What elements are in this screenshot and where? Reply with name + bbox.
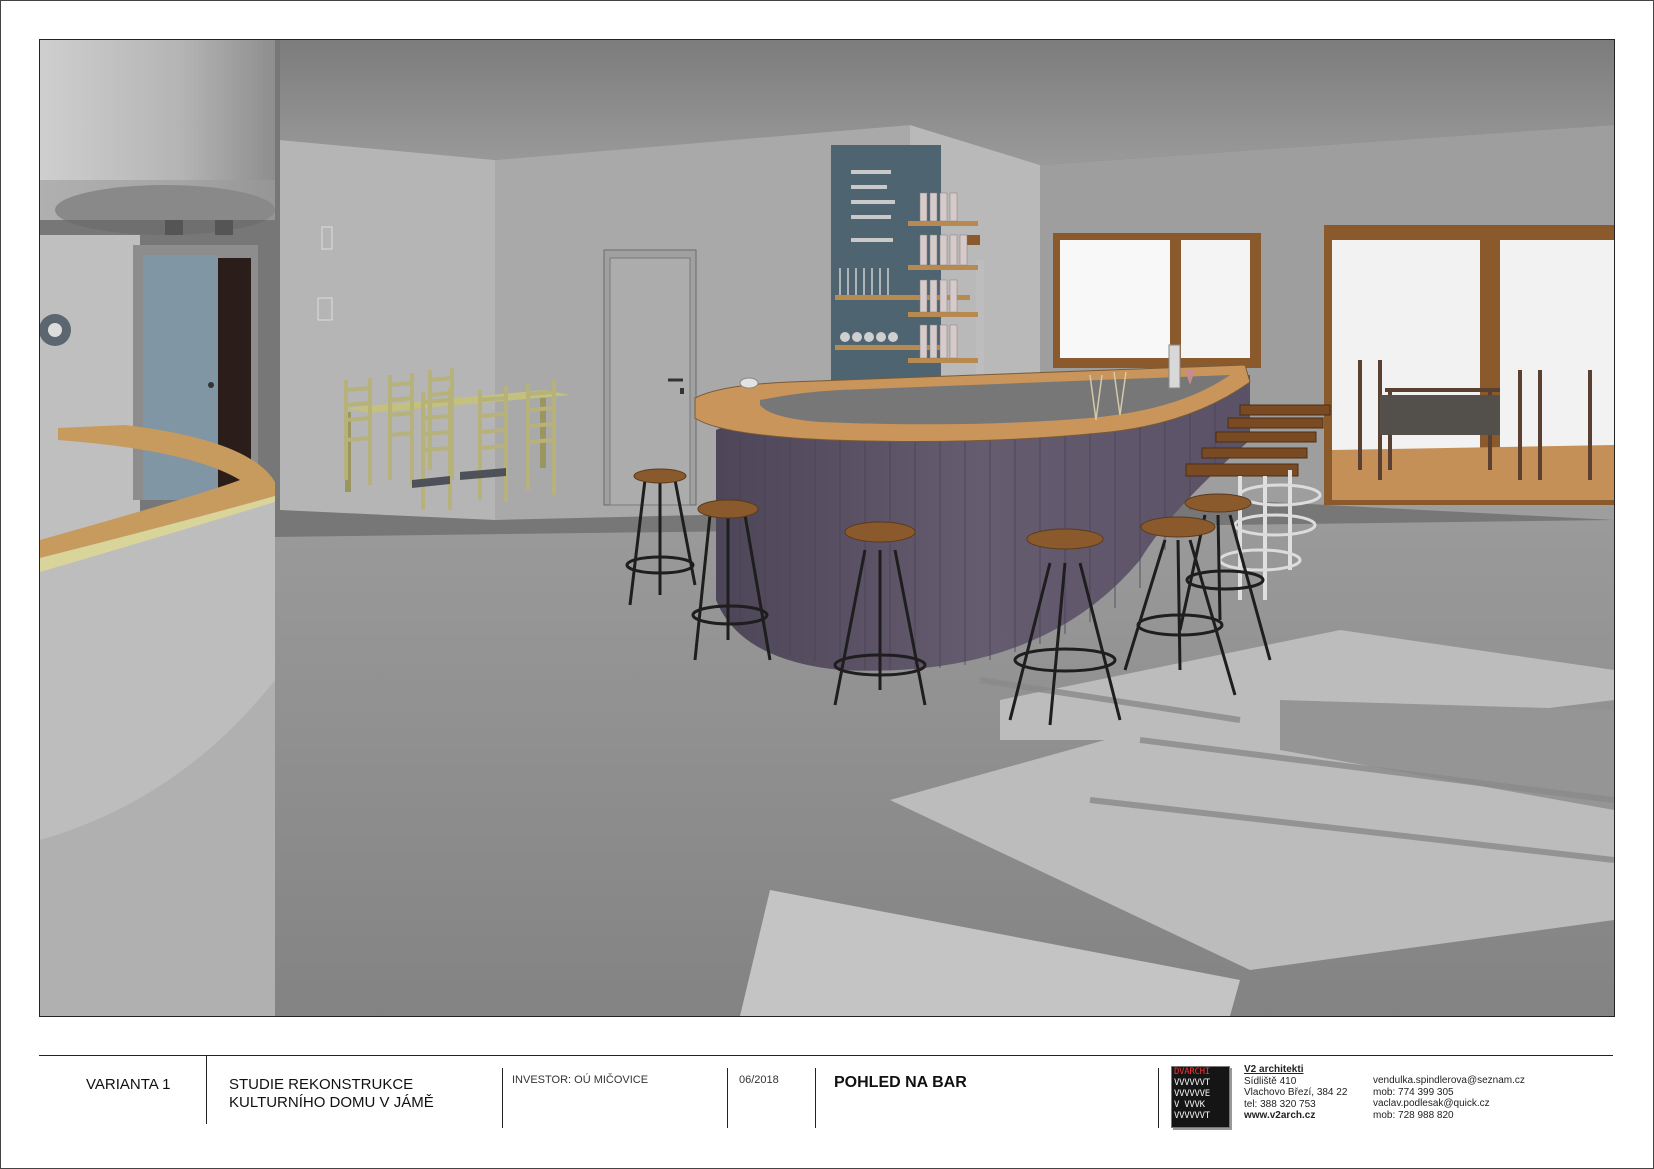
study-title: STUDIE REKONSTRUKCE KULTURNÍHO DOMU V JÁ… [229, 1076, 434, 1112]
firm-address-line2: Vlachovo Březí, 384 22 [1244, 1087, 1348, 1098]
divider [206, 1056, 207, 1124]
divider [727, 1068, 728, 1128]
firm-website-link[interactable]: www.v2arch.cz [1244, 1110, 1347, 1122]
date-label: 06/2018 [739, 1074, 779, 1086]
variant-label: VARIANTA 1 [86, 1076, 171, 1093]
divider [502, 1068, 503, 1128]
logo-line: VVVVVVT [1174, 1111, 1210, 1121]
logo-line: V VVVK [1174, 1100, 1205, 1110]
firm-name: V2 architekti [1244, 1064, 1304, 1075]
contact-mobile-2: mob: 728 988 820 [1373, 1109, 1454, 1121]
logo-line: VVVVVVE [1174, 1089, 1210, 1099]
investor-label: INVESTOR: OÚ MIČOVICE [512, 1074, 649, 1086]
view-title: POHLED NA BAR [834, 1074, 967, 1091]
firm-phone: tel: 388 320 753 [1244, 1098, 1316, 1110]
logo-line: VVVVVVT [1174, 1078, 1210, 1088]
title-block: VARIANTA 1 STUDIE REKONSTRUKCE KULTURNÍH… [39, 1055, 1613, 1146]
study-title-line1: STUDIE REKONSTRUKCE [229, 1076, 414, 1093]
study-title-line2: KULTURNÍHO DOMU V JÁMĚ [229, 1094, 434, 1111]
bar-interior-render [39, 39, 1615, 1017]
logo-line: DVARCHI [1174, 1067, 1210, 1077]
divider [815, 1068, 816, 1128]
firm-address-line1: Sídliště 410 [1244, 1075, 1297, 1087]
contact-info: vendulka.spindlerova@seznam.cz mob: 774 … [1373, 1075, 1525, 1121]
contact-email-1[interactable]: vendulka.spindlerova@seznam.cz [1373, 1075, 1525, 1087]
contact-mobile-1: mob: 774 399 305 [1373, 1086, 1454, 1098]
divider [1158, 1068, 1159, 1128]
contact-email-2[interactable]: vaclav.podlesak@quick.cz [1373, 1098, 1525, 1110]
firm-logo: DVARCHI VVVVVVT VVVVVVE V VVVK VVVVVVT [1171, 1066, 1230, 1128]
firm-info: V2 architekti Sídliště 410 Vlachovo Břez… [1244, 1064, 1347, 1122]
